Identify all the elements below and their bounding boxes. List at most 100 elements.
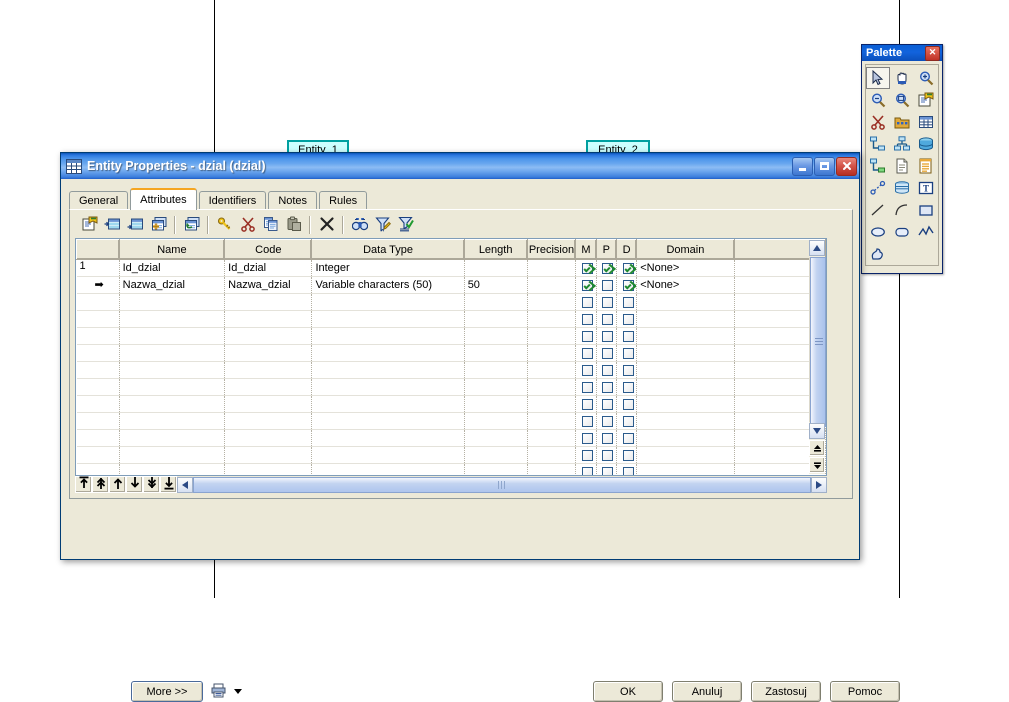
polyline-tool[interactable] (914, 221, 938, 243)
tab-attributes[interactable]: Attributes (130, 188, 197, 210)
tab-general[interactable]: General (69, 191, 129, 210)
cell-primary[interactable] (596, 293, 617, 311)
grid-col-datatype[interactable]: Data Type (311, 239, 465, 260)
table-row[interactable] (76, 361, 826, 379)
cell-displayed[interactable] (616, 378, 638, 396)
cell-domain[interactable] (636, 361, 735, 379)
zoom-fit-tool[interactable] (890, 89, 914, 111)
cell-mandatory-checkbox[interactable] (581, 432, 593, 444)
cell-code[interactable] (224, 412, 313, 430)
cell-mandatory-checkbox[interactable] (581, 347, 593, 359)
cell-code[interactable] (224, 463, 313, 475)
table-row[interactable]: 1 Id_dzial Id_dzial Integer <None> (76, 259, 826, 277)
cell-primary-checkbox[interactable] (602, 415, 614, 427)
cell-domain[interactable]: <None> (636, 259, 735, 277)
grid-col-code[interactable]: Code (224, 239, 313, 260)
cell-primary-checkbox[interactable] (602, 381, 614, 393)
scroll-up-button[interactable] (809, 240, 825, 256)
next-page-button[interactable] (143, 476, 160, 493)
grid-horizontal-scrollbar[interactable] (177, 476, 827, 493)
minimize-button[interactable] (792, 156, 813, 176)
cell-displayed[interactable] (616, 361, 638, 379)
properties-tool[interactable] (914, 89, 938, 111)
cell-mandatory[interactable] (575, 378, 597, 396)
row-header[interactable] (76, 395, 120, 413)
dialog-footer-buttons[interactable]: OK Anuluj Zastosuj Pomoc (593, 681, 900, 702)
apply-filter-button[interactable] (394, 214, 417, 236)
next-row-button[interactable] (126, 476, 143, 493)
cell-precision[interactable] (527, 259, 577, 277)
cell-primary-checkbox[interactable] (602, 296, 614, 308)
inheritance-tool[interactable] (890, 133, 914, 155)
row-header[interactable] (76, 378, 120, 396)
palette-close-icon[interactable]: ✕ (925, 45, 940, 61)
table-row[interactable] (76, 293, 826, 311)
cell-mandatory-checkbox[interactable] (581, 279, 593, 291)
cell-displayed[interactable] (616, 446, 638, 464)
cell-primary[interactable] (596, 463, 617, 475)
cell-length[interactable] (464, 412, 528, 430)
palette-window[interactable]: Palette ✕ T (861, 44, 943, 274)
table-row[interactable] (76, 429, 826, 447)
cell-primary-checkbox[interactable] (602, 466, 614, 475)
grid-col-domain[interactable]: Domain (636, 239, 735, 260)
cell-length[interactable] (464, 395, 528, 413)
horizontal-scroll-thumb[interactable] (193, 476, 811, 493)
freehand-tool[interactable] (866, 243, 890, 265)
dialog-titlebar[interactable]: Entity Properties - dzial (dzial) (61, 153, 859, 179)
pointer-tool[interactable] (866, 67, 890, 89)
row-header[interactable]: 1 (76, 259, 120, 277)
cell-datatype[interactable] (311, 429, 465, 447)
grid-col-length[interactable]: Length (463, 239, 528, 260)
cell-datatype[interactable]: Integer (311, 259, 465, 277)
cell-mandatory[interactable] (575, 293, 597, 311)
cell-precision[interactable] (527, 361, 577, 379)
cell-primary-checkbox[interactable] (602, 330, 614, 342)
cell-precision[interactable] (527, 412, 577, 430)
attributes-grid[interactable]: Name Code Data Type Length Precision M P D Domai… (76, 239, 826, 475)
row-header[interactable] (76, 361, 120, 379)
cell-length[interactable]: 50 (464, 276, 528, 294)
cell-datatype[interactable] (311, 395, 465, 413)
cell-length[interactable] (464, 310, 528, 328)
cell-length[interactable] (464, 259, 528, 277)
cell-displayed-checkbox[interactable] (622, 466, 634, 475)
rectangle-tool[interactable] (914, 199, 938, 221)
print-icon[interactable] (211, 683, 226, 701)
customize-filter-button[interactable] (371, 214, 394, 236)
cell-name[interactable]: Id_dzial (119, 259, 226, 277)
table-row[interactable] (76, 327, 826, 345)
cell-precision[interactable] (527, 276, 577, 294)
cut-button[interactable] (236, 214, 259, 236)
cell-displayed[interactable] (616, 276, 638, 294)
cell-mandatory-checkbox[interactable] (581, 381, 593, 393)
cell-domain[interactable] (636, 327, 735, 345)
cell-name[interactable] (119, 327, 226, 345)
dialog-tabs[interactable]: General Attributes Identifiers Notes Rules (69, 188, 369, 210)
cell-primary-checkbox[interactable] (602, 432, 614, 444)
cancel-button[interactable]: Anuluj (672, 681, 742, 702)
cell-displayed-checkbox[interactable] (622, 432, 634, 444)
cell-displayed[interactable] (616, 327, 638, 345)
row-header[interactable] (76, 310, 120, 328)
cell-primary[interactable] (596, 259, 617, 277)
row-header[interactable] (76, 412, 120, 430)
properties-button[interactable] (78, 214, 101, 236)
cell-primary[interactable] (596, 344, 617, 362)
attributes-grid-container[interactable]: Name Code Data Type Length Precision M P D Domai… (75, 238, 827, 476)
scroll-left-button[interactable] (177, 476, 193, 493)
cell-domain[interactable] (636, 344, 735, 362)
cell-displayed-checkbox[interactable] (622, 449, 634, 461)
cell-datatype[interactable] (311, 310, 465, 328)
cell-mandatory[interactable] (575, 429, 597, 447)
copy-button[interactable] (259, 214, 282, 236)
cell-displayed[interactable] (616, 310, 638, 328)
cell-name[interactable] (119, 310, 226, 328)
cell-primary-checkbox[interactable] (602, 262, 614, 274)
cell-precision[interactable] (527, 429, 577, 447)
cell-displayed-checkbox[interactable] (622, 279, 634, 291)
cell-domain[interactable] (636, 412, 735, 430)
cell-code[interactable] (224, 446, 313, 464)
package-tool[interactable] (890, 111, 914, 133)
cell-mandatory-checkbox[interactable] (581, 398, 593, 410)
